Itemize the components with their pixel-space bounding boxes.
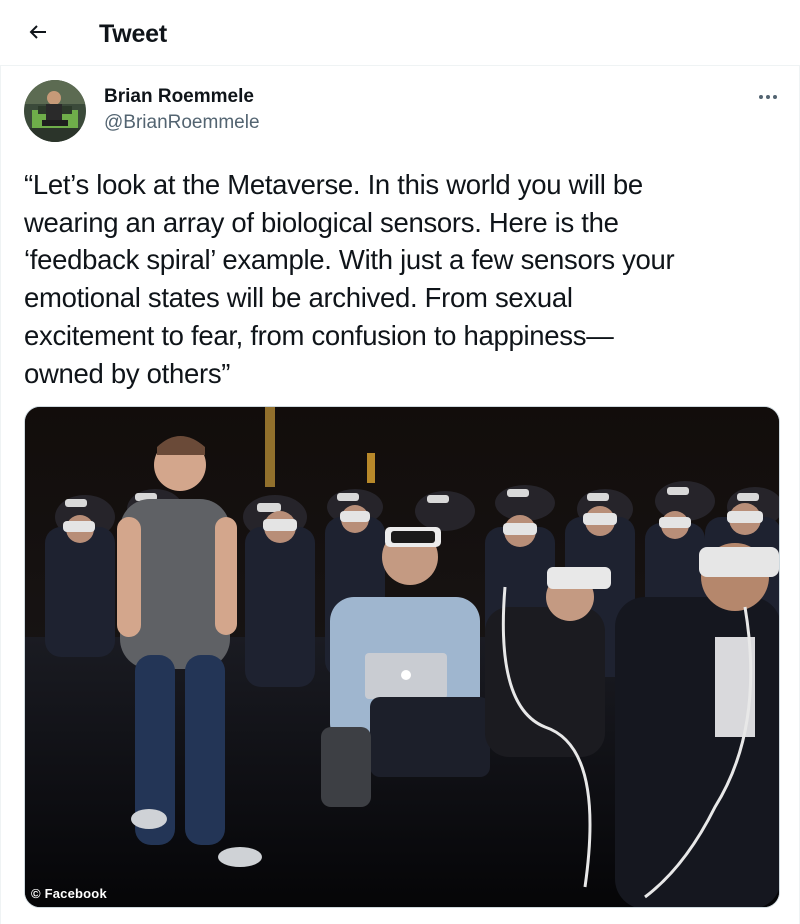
tweet-media-photo[interactable]: © Facebook [24, 406, 780, 908]
tweet-text: “Let’s look at the Metaverse. In this wo… [24, 169, 675, 389]
author-display-name[interactable]: Brian Roemmele [104, 85, 254, 109]
author-handle[interactable]: @BrianRoemmele [104, 111, 260, 135]
arrow-left-icon [26, 20, 50, 49]
photo-watermark: © Facebook [31, 886, 107, 901]
avatar[interactable] [24, 80, 86, 142]
page-title: Tweet [99, 20, 167, 48]
vr-audience-photo [25, 407, 779, 907]
top-bar: Tweet [0, 0, 800, 66]
back-button[interactable] [22, 18, 54, 50]
more-dots-icon [758, 87, 778, 105]
more-options-button[interactable] [752, 84, 784, 108]
